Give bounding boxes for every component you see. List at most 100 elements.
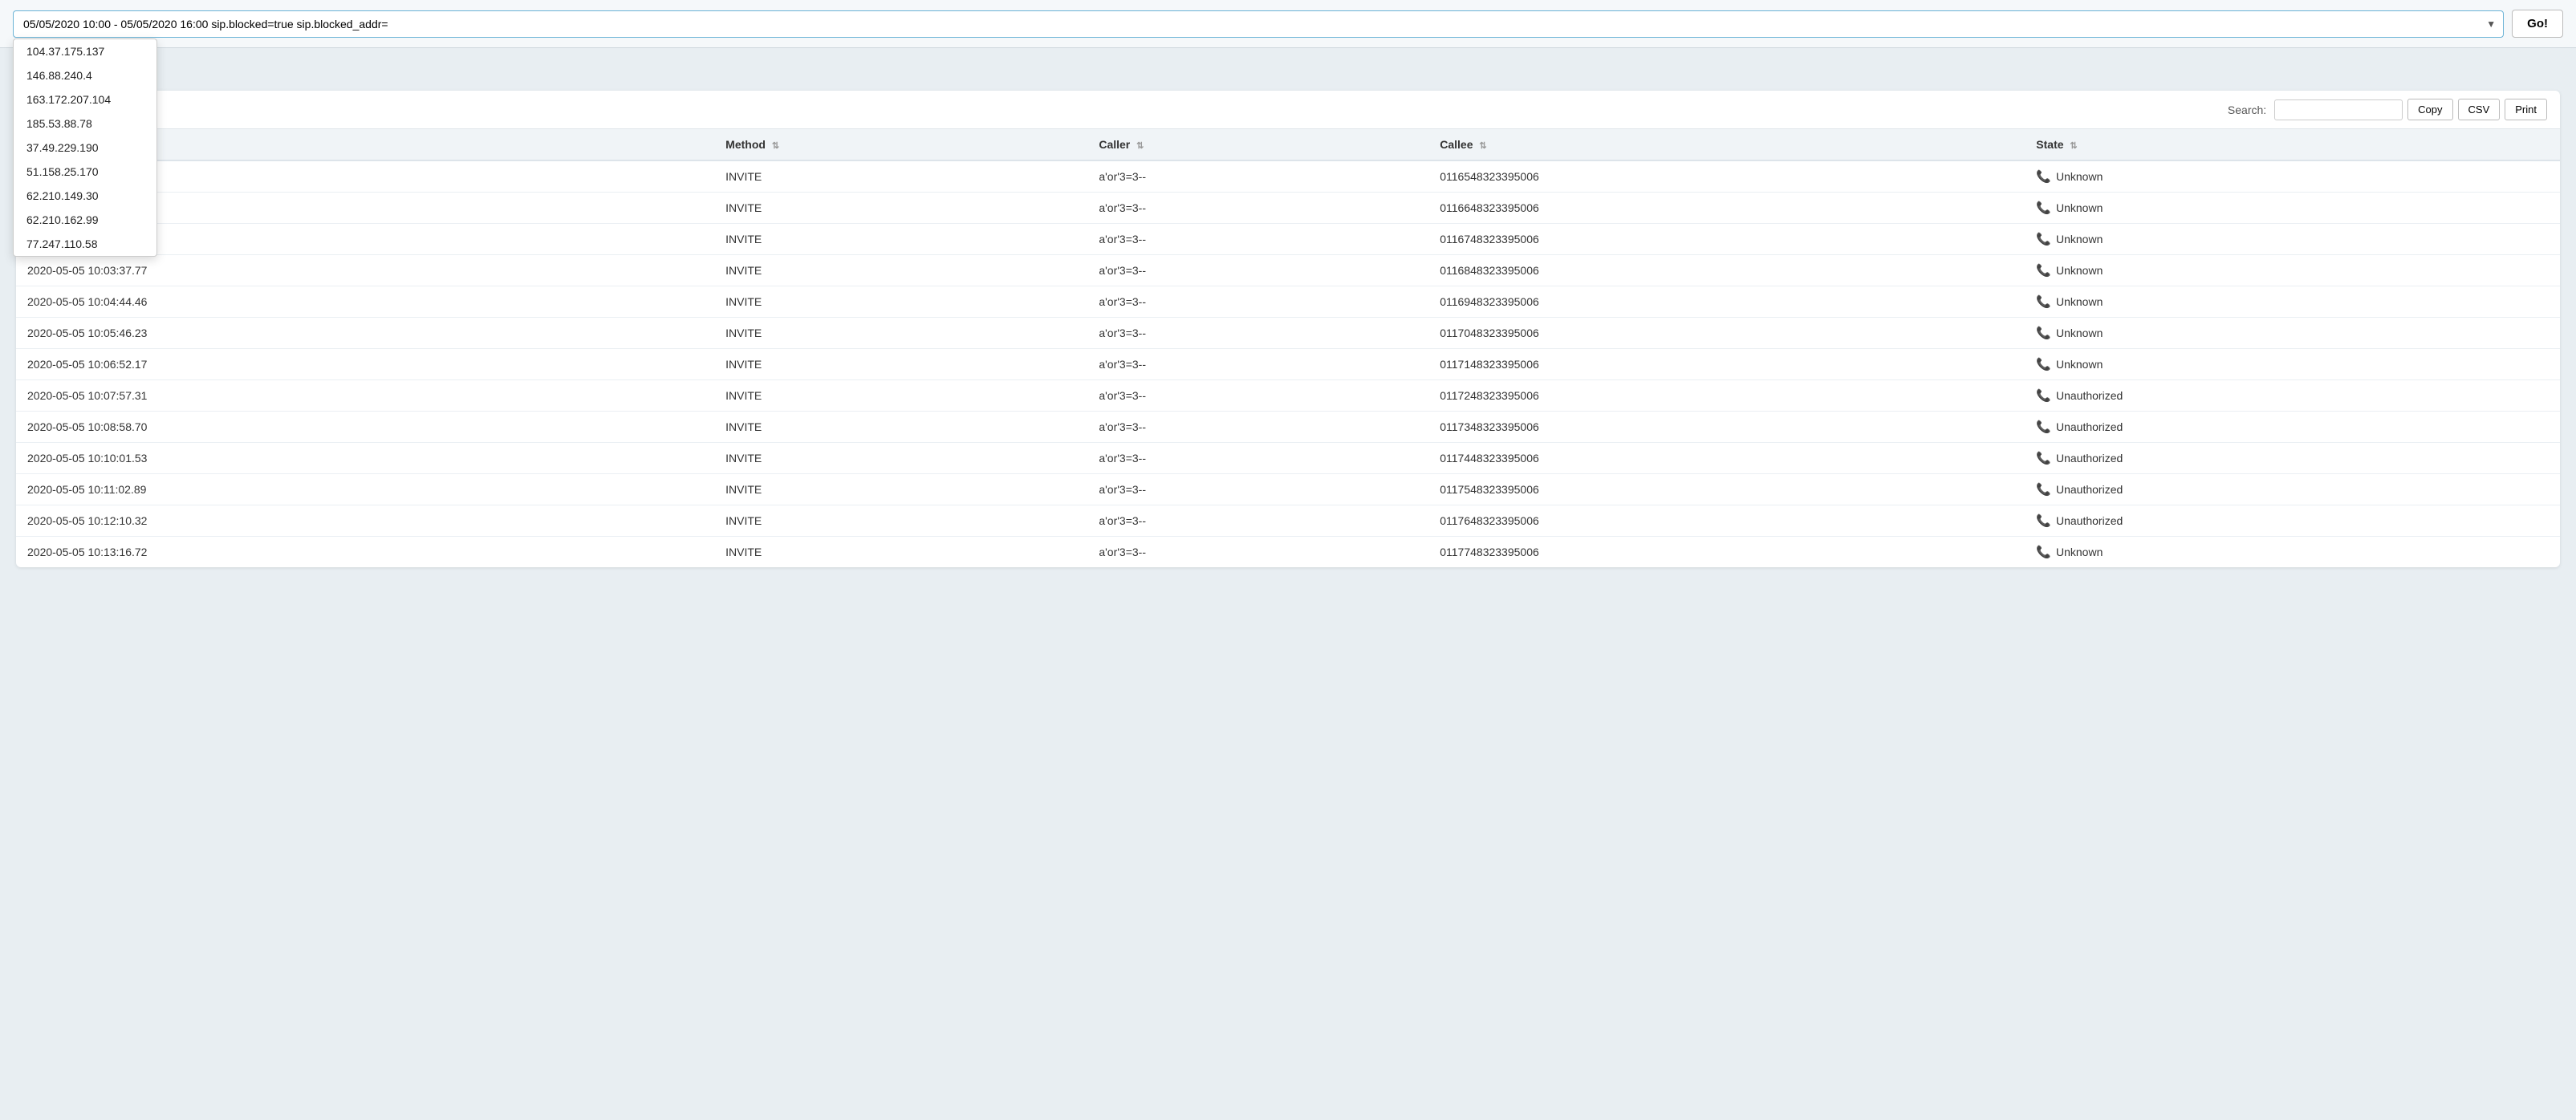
table-row[interactable]: 2020-05-05 10:13:16.72INVITEa'or'3=3--01… (16, 537, 2560, 568)
table-row[interactable]: 2020-05-05 10:06:52.17INVITEa'or'3=3--01… (16, 349, 2560, 380)
table-row[interactable]: 2020-05-05 10:12:10.32INVITEa'or'3=3--01… (16, 505, 2560, 537)
autocomplete-dropdown: 104.37.175.137146.88.240.4163.172.207.10… (13, 39, 157, 257)
phone-icon: 📞 (2036, 420, 2051, 434)
phone-icon: 📞 (2036, 201, 2051, 215)
state-text: Unauthorized (2056, 389, 2123, 402)
autocomplete-item[interactable]: 185.53.88.78 (14, 112, 156, 136)
sort-method-icon: ⇅ (772, 140, 779, 151)
go-button[interactable]: Go! (2512, 10, 2563, 38)
cell-state: 📞 Unknown (2025, 160, 2560, 193)
sort-caller-icon: ⇅ (1136, 140, 1144, 151)
search-input[interactable] (13, 10, 2504, 38)
state-text: Unknown (2056, 295, 2103, 308)
cell-method: INVITE (714, 318, 1087, 349)
autocomplete-item[interactable]: 77.247.110.58 (14, 232, 156, 256)
cell-state: 📞 Unknown (2025, 318, 2560, 349)
cell-caller: a'or'3=3-- (1087, 537, 1428, 568)
copy-button[interactable]: Copy (2407, 99, 2452, 120)
table-row[interactable]: 2020-05-05 10:04:44.46INVITEa'or'3=3--01… (16, 286, 2560, 318)
cell-date: 2020-05-05 10:10:01.53 (16, 443, 714, 474)
cell-state: 📞Unauthorized (2025, 443, 2560, 474)
state-text: Unknown (2056, 264, 2103, 277)
phone-icon: 📞 (2036, 232, 2051, 246)
print-button[interactable]: Print (2505, 99, 2547, 120)
cell-method: INVITE (714, 255, 1087, 286)
cell-method: INVITE (714, 505, 1087, 537)
table-row[interactable]: 2020-05-05 10:02:32.55INVITEa'or'3=3--01… (16, 224, 2560, 255)
cell-caller: a'or'3=3-- (1087, 160, 1428, 193)
table-search-input[interactable] (2274, 99, 2403, 120)
cell-method: INVITE (714, 412, 1087, 443)
search-wrapper: ▼ (13, 10, 2504, 38)
cell-callee: 0116948323395006 (1428, 286, 2025, 318)
cell-method: INVITE (714, 160, 1087, 193)
cell-caller: a'or'3=3-- (1087, 224, 1428, 255)
cell-state: 📞 Unknown (2025, 193, 2560, 224)
table-toolbar: Search: Copy CSV Print (16, 91, 2560, 129)
cell-caller: a'or'3=3-- (1087, 380, 1428, 412)
phone-icon: 📞 (2036, 388, 2051, 403)
cell-state: 📞 Unauthorized (2025, 380, 2560, 412)
table-row[interactable]: 2020-05-05 10:11:02.89INVITEa'or'3=3--01… (16, 474, 2560, 505)
cell-callee: 0117148323395006 (1428, 349, 2025, 380)
cell-date: 2020-05-05 10:12:10.32 (16, 505, 714, 537)
autocomplete-item[interactable]: 62.210.149.30 (14, 184, 156, 208)
autocomplete-item[interactable]: 51.158.25.170 (14, 160, 156, 184)
cell-callee: 0116748323395006 (1428, 224, 2025, 255)
state-text: Unauthorized (2056, 483, 2123, 496)
cell-method: INVITE (714, 474, 1087, 505)
cell-state: 📞Unknown (2025, 255, 2560, 286)
cell-state: 📞 Unauthorized (2025, 412, 2560, 443)
cell-date: 2020-05-05 10:03:37.77 (16, 255, 714, 286)
cell-callee: 0117648323395006 (1428, 505, 2025, 537)
cell-caller: a'or'3=3-- (1087, 474, 1428, 505)
table-row[interactable]: 2020-05-05 10:00:24.81INVITEa'or'3=3--01… (16, 160, 2560, 193)
table-row[interactable]: 2020-05-05 10:03:37.77INVITEa'or'3=3--01… (16, 255, 2560, 286)
autocomplete-item[interactable]: 104.37.175.137 (14, 39, 156, 63)
cell-date: 2020-05-05 10:07:57.31 (16, 380, 714, 412)
cell-callee: 0116548323395006 (1428, 160, 2025, 193)
cell-caller: a'or'3=3-- (1087, 412, 1428, 443)
col-state[interactable]: State ⇅ (2025, 129, 2560, 160)
cell-state: 📞Unknown (2025, 224, 2560, 255)
state-text: Unknown (2056, 201, 2103, 214)
cell-date: 2020-05-05 10:04:44.46 (16, 286, 714, 318)
phone-icon: 📞 (2036, 451, 2051, 465)
cell-caller: a'or'3=3-- (1087, 505, 1428, 537)
state-text: Unknown (2056, 327, 2103, 339)
phone-icon: 📞 (2036, 357, 2051, 371)
col-caller[interactable]: Caller ⇅ (1087, 129, 1428, 160)
table-row[interactable]: 2020-05-05 10:05:46.23INVITEa'or'3=3--01… (16, 318, 2560, 349)
cell-callee: 0116648323395006 (1428, 193, 2025, 224)
table-row[interactable]: 2020-05-05 10:10:01.53INVITEa'or'3=3--01… (16, 443, 2560, 474)
state-text: Unknown (2056, 170, 2103, 183)
col-method[interactable]: Method ⇅ (714, 129, 1087, 160)
table-row[interactable]: 2020-05-05 10:01:30.34INVITEa'or'3=3--01… (16, 193, 2560, 224)
cell-caller: a'or'3=3-- (1087, 286, 1428, 318)
phone-icon: 📞 (2036, 169, 2051, 184)
cell-date: 2020-05-05 10:08:58.70 (16, 412, 714, 443)
search-label: Search: (2228, 103, 2266, 116)
cell-callee: 0117248323395006 (1428, 380, 2025, 412)
cell-caller: a'or'3=3-- (1087, 318, 1428, 349)
phone-icon: 📞 (2036, 513, 2051, 528)
table-row[interactable]: 2020-05-05 10:08:58.70INVITEa'or'3=3--01… (16, 412, 2560, 443)
cell-callee: 0117548323395006 (1428, 474, 2025, 505)
phone-icon: 📞 (2036, 545, 2051, 559)
autocomplete-item[interactable]: 37.49.229.190 (14, 136, 156, 160)
col-callee[interactable]: Callee ⇅ (1428, 129, 2025, 160)
autocomplete-item[interactable]: 146.88.240.4 (14, 63, 156, 87)
cell-callee: 0117748323395006 (1428, 537, 2025, 568)
state-text: Unauthorized (2056, 420, 2123, 433)
csv-button[interactable]: CSV (2458, 99, 2501, 120)
autocomplete-item[interactable]: 62.210.162.99 (14, 208, 156, 232)
autocomplete-item[interactable]: 163.172.207.104 (14, 87, 156, 112)
cell-method: INVITE (714, 443, 1087, 474)
cell-method: INVITE (714, 224, 1087, 255)
cell-date: 2020-05-05 10:06:52.17 (16, 349, 714, 380)
state-text: Unknown (2056, 358, 2103, 371)
cell-state: 📞Unknown (2025, 537, 2560, 568)
phone-icon: 📞 (2036, 326, 2051, 340)
section-title: Search Results (16, 61, 2560, 79)
table-row[interactable]: 2020-05-05 10:07:57.31INVITEa'or'3=3--01… (16, 380, 2560, 412)
